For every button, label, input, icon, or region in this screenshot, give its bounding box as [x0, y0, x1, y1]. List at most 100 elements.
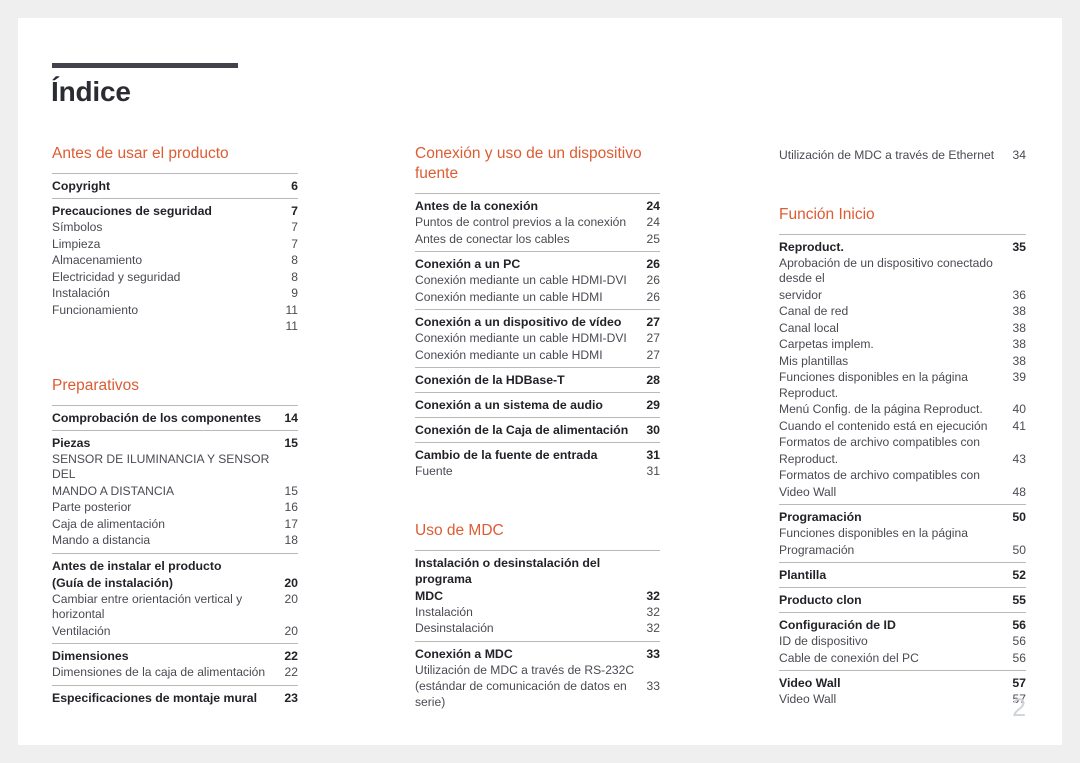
toc-entry[interactable]: 11 [52, 318, 298, 335]
toc-entry[interactable]: Funciones disponibles en la página Repro… [779, 369, 1026, 401]
toc-entry-page: 41 [1012, 418, 1026, 433]
toc-entry[interactable]: Cable de conexión del PC 56 [779, 650, 1026, 667]
toc-group: Conexión de la HDBase-T 28 [415, 367, 660, 392]
toc-entry[interactable]: Cambiar entre orientación vertical y hor… [52, 591, 298, 623]
toc-entry[interactable]: Instalación o desinstalación del program… [415, 554, 660, 587]
toc-entry[interactable]: Cambio de la fuente de entrada 31 [415, 446, 660, 463]
toc-entry[interactable]: Conexión a MDC 33 [415, 645, 660, 662]
toc-group: Dimensiones 22 Dimensiones de la caja de a… [52, 643, 298, 685]
toc-entry-label: Aprobación de un dispositivo conectado d… [779, 255, 993, 286]
toc-entry[interactable]: MDC 32 [415, 587, 660, 604]
toc-entry[interactable]: Cuando el contenido está en ejecución 41 [779, 418, 1026, 435]
toc-entry-page: 29 [646, 398, 660, 412]
toc-entry[interactable]: Conexión mediante un cable HDMI 27 [415, 347, 660, 364]
toc-entry[interactable]: Conexión de la Caja de alimentación 30 [415, 421, 660, 438]
toc-entry[interactable]: Símbolos 7 [52, 219, 298, 236]
toc-entry[interactable]: Conexión mediante un cable HDMI 26 [415, 289, 660, 306]
toc-entry[interactable]: Ventilación 20 [52, 623, 298, 640]
toc-group: Utilización de MDC a través de Ethernet 3… [779, 144, 1026, 168]
toc-entry[interactable]: Copyright 6 [52, 177, 298, 194]
toc-entry-label: Fuente [415, 464, 453, 478]
toc-entry[interactable]: servidor 36 [779, 287, 1026, 304]
toc-entry[interactable]: Mando a distancia 18 [52, 532, 298, 549]
toc-entry-page: 27 [646, 347, 660, 362]
toc-entry[interactable]: Utilización de MDC a través de Ethernet 3… [779, 147, 1026, 164]
toc-entry[interactable]: Dimensiones de la caja de alimentación 22 [52, 664, 298, 681]
toc-entry-label: Piezas [52, 435, 91, 450]
toc-entry-page: 36 [1012, 287, 1026, 302]
toc-entry[interactable]: Conexión mediante un cable HDMI-DVI 26 [415, 272, 660, 289]
toc-entry[interactable]: Antes de instalar el producto [52, 557, 298, 574]
toc-entry[interactable]: Video Wall 57 [779, 674, 1026, 691]
toc-entry-label: Funcionamiento [52, 302, 139, 317]
toc-entry[interactable]: Conexión a un dispositivo de vídeo 27 [415, 313, 660, 330]
toc-entry[interactable]: Almacenamiento 8 [52, 252, 298, 269]
toc-entry-label: Menú Config. de la página Reproduct. [779, 402, 983, 416]
toc-section-heading: Preparativos [52, 376, 140, 394]
toc-entry[interactable]: MANDO A DISTANCIA 15 [52, 483, 298, 500]
toc-entry[interactable]: (Guía de instalación) 20 [52, 574, 298, 591]
toc-entry[interactable]: Fuente 31 [415, 463, 660, 480]
toc-entry[interactable]: Parte posterior 16 [52, 499, 298, 516]
toc-entry[interactable]: Producto clon 55 [779, 591, 1026, 608]
toc-entry[interactable]: Limpieza 7 [52, 236, 298, 253]
toc-entry-label: Carpetas implem. [779, 337, 874, 351]
toc-entry[interactable]: Electricidad y seguridad 8 [52, 269, 298, 286]
toc-entry[interactable]: Formatos de archivo compatibles con [779, 467, 1026, 484]
toc-entry[interactable]: Caja de alimentación 17 [52, 516, 298, 533]
toc-entry[interactable]: Carpetas implem. 38 [779, 336, 1026, 353]
toc-entry[interactable]: Instalación 32 [415, 604, 660, 621]
toc-entry-page: 11 [285, 302, 298, 317]
toc-entry[interactable]: Formatos de archivo compatibles con [779, 434, 1026, 451]
toc-entry[interactable]: Reproduct. 35 [779, 238, 1026, 255]
toc-entry[interactable]: (estándar de comunicación de datos en se… [415, 678, 660, 710]
toc-entry[interactable]: Configuración de ID 56 [779, 616, 1026, 633]
toc-entry-page: 38 [1012, 304, 1026, 318]
toc-entry[interactable]: Programación 50 [779, 542, 1026, 559]
toc-entry-label: Mis plantillas [779, 353, 849, 368]
toc-entry[interactable]: Dimensiones 22 [52, 647, 298, 664]
toc-group: Conexión a un sistema de audio 29 [415, 392, 660, 417]
toc-entry[interactable]: Antes de la conexión 24 [415, 197, 660, 214]
toc-entry[interactable]: Conexión a un sistema de audio 29 [415, 396, 660, 413]
toc-entry-page: 32 [646, 621, 660, 635]
toc-entry[interactable]: Utilización de MDC a través de RS-232C [415, 662, 660, 679]
toc-entry[interactable]: Puntos de control previos a la conexión 2… [415, 214, 660, 231]
toc-entry[interactable]: Menú Config. de la página Reproduct. 40 [779, 401, 1026, 418]
toc-entry-page: 56 [1012, 650, 1026, 665]
toc-entry[interactable]: Especificaciones de montaje mural 23 [52, 689, 298, 706]
toc-entry-label: Conexión mediante un cable HDMI-DVI [415, 331, 627, 345]
toc-entry[interactable]: Mis plantillas 38 [779, 353, 1026, 370]
toc-entry-page: 32 [646, 604, 660, 619]
toc-entry[interactable]: Video Wall 48 [779, 484, 1026, 501]
toc-entry[interactable]: Plantilla 52 [779, 566, 1026, 583]
toc-entry[interactable]: Desinstalación 32 [415, 620, 660, 637]
toc-entry-label: Símbolos [52, 220, 103, 234]
toc-entry[interactable]: Reproduct. 43 [779, 451, 1026, 468]
toc-entry[interactable]: Conexión mediante un cable HDMI-DVI 27 [415, 330, 660, 347]
toc-entry[interactable]: Canal de red 38 [779, 303, 1026, 320]
toc-entry[interactable]: Comprobación de los componentes 14 [52, 409, 298, 426]
toc-entry[interactable]: Video Wall 57 [779, 691, 1026, 708]
toc-entry[interactable]: Piezas 15 [52, 434, 298, 451]
toc-entry-page: 15 [284, 483, 298, 498]
toc-entry[interactable]: Conexión a un PC 26 [415, 255, 660, 272]
toc-entry[interactable]: Aprobación de un dispositivo conectado d… [779, 255, 1026, 287]
toc-entry[interactable]: Precauciones de seguridad 7 [52, 202, 298, 219]
toc-entry[interactable]: Funciones disponibles en la página [779, 525, 1026, 542]
toc-entry-label: Copyright [52, 179, 111, 193]
toc-entry-page: 26 [646, 257, 660, 271]
toc-entry[interactable]: Antes de conectar los cables 25 [415, 231, 660, 248]
toc-entry[interactable]: ID de dispositivo 56 [779, 633, 1026, 650]
toc-entry-label: SENSOR DE ILUMINANCIA Y SENSOR DEL [52, 451, 270, 482]
toc-entry[interactable]: Funcionamiento 11 [52, 302, 298, 319]
title-rule-decoration [52, 63, 238, 68]
toc-entry-page: 24 [646, 199, 660, 213]
toc-entry[interactable]: Canal local 38 [779, 320, 1026, 337]
page-number: 2 [1012, 694, 1026, 722]
toc-entry[interactable]: Instalación 9 [52, 285, 298, 302]
toc-entry[interactable]: Programación 50 [779, 508, 1026, 525]
toc-entry[interactable]: Conexión de la HDBase-T 28 [415, 371, 660, 388]
toc-entry[interactable]: SENSOR DE ILUMINANCIA Y SENSOR DEL [52, 451, 298, 483]
